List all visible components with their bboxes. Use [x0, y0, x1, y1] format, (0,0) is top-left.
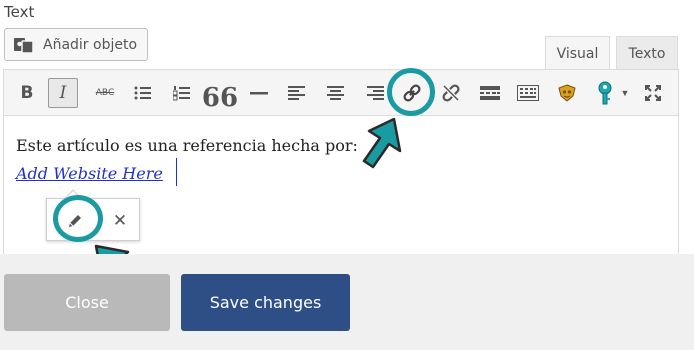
link-button-highlight — [387, 68, 435, 116]
align-left-button[interactable] — [282, 78, 312, 108]
align-right-icon — [367, 85, 384, 100]
field-label: Text — [4, 3, 35, 21]
remove-link-button[interactable]: ✕ — [105, 206, 135, 236]
align-center-button[interactable] — [321, 78, 351, 108]
numbered-list-button[interactable] — [167, 78, 197, 108]
strikethrough-icon: ABC — [95, 88, 115, 98]
blockquote-button[interactable]: 66 — [201, 78, 239, 113]
tab-visual[interactable]: Visual — [545, 36, 610, 70]
save-changes-button[interactable]: Save changes — [181, 274, 350, 331]
align-center-icon — [327, 85, 344, 100]
add-media-label: Añadir objeto — [43, 36, 138, 53]
close-button[interactable]: Close — [4, 274, 170, 331]
read-more-icon — [480, 86, 500, 100]
align-left-icon — [288, 85, 305, 100]
horizontal-line-button[interactable] — [244, 78, 274, 108]
edit-button-highlight — [53, 195, 103, 242]
arrow-to-link-icon — [362, 117, 402, 169]
toolbar-toggle-icon — [517, 85, 539, 101]
editor-link[interactable]: Add Website Here — [16, 164, 163, 183]
text-caret — [176, 158, 177, 186]
bulleted-list-button[interactable] — [128, 78, 158, 108]
bold-button[interactable]: B — [12, 78, 42, 108]
bulleted-list-icon — [134, 86, 151, 100]
numbered-list-icon — [173, 86, 190, 101]
editor-paragraph[interactable]: Este artículo es una referencia hecha po… — [16, 136, 358, 155]
dropdown-icon: ▼ — [620, 88, 630, 98]
plugin-key-icon — [598, 81, 612, 105]
align-right-button[interactable] — [360, 78, 390, 108]
fullscreen-icon — [645, 85, 661, 101]
strikethrough-button[interactable]: ABC — [90, 78, 120, 108]
plugin-dropdown-button[interactable]: ▼ — [618, 78, 632, 108]
plugin-shield-icon — [558, 84, 576, 102]
unlink-icon — [442, 84, 460, 102]
horizontal-line-icon — [250, 92, 268, 95]
read-more-button[interactable] — [475, 78, 505, 108]
unlink-button[interactable] — [436, 78, 466, 108]
fullscreen-button[interactable] — [638, 78, 668, 108]
italic-button[interactable]: I — [48, 78, 78, 108]
plugin-key-button[interactable] — [590, 78, 620, 108]
plugin-shield-button[interactable] — [552, 78, 582, 108]
blockquote-icon: 66 — [201, 83, 239, 113]
toolbar-toggle-button[interactable] — [513, 78, 543, 108]
tab-text[interactable]: Texto — [616, 36, 678, 70]
add-media-icon — [14, 37, 34, 54]
add-media-button[interactable]: Añadir objeto — [4, 28, 148, 61]
